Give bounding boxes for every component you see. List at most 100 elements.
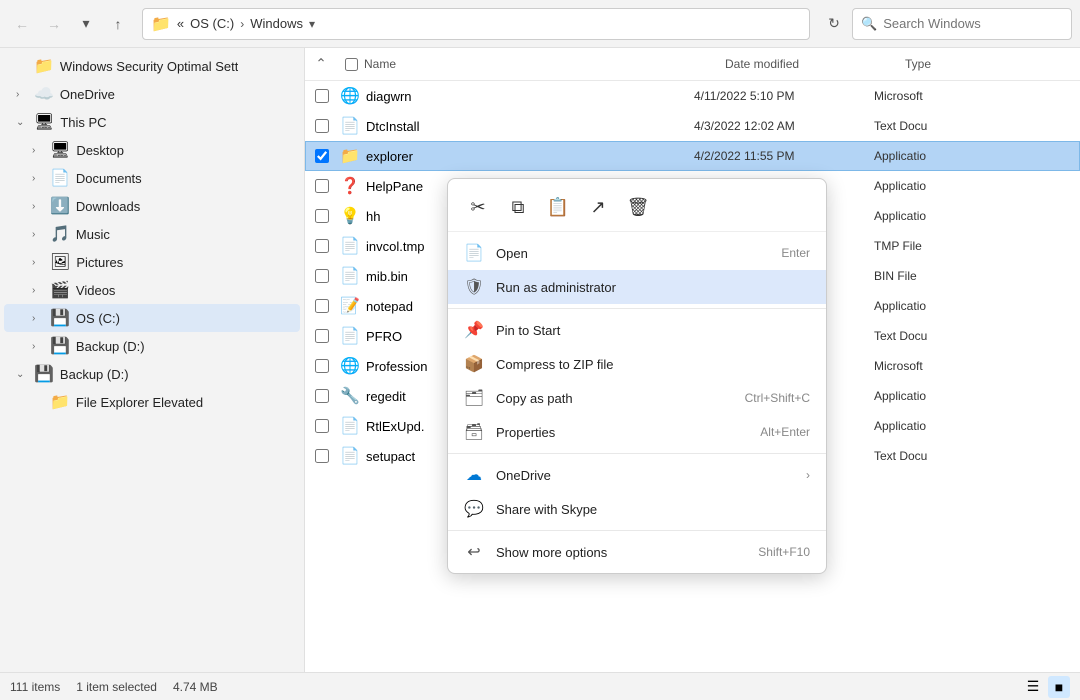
sidebar-label: Videos <box>76 283 116 298</box>
file-type: Applicatio <box>866 299 1016 313</box>
recent-locations-button[interactable]: ▾ <box>72 10 100 38</box>
table-row[interactable]: 📄DtcInstall4/3/2022 12:02 AMText Docu <box>305 111 1080 141</box>
file-type: TMP File <box>866 239 1016 253</box>
compress-zip-icon: 📦 <box>464 354 484 374</box>
folder-icon: ☁️ <box>34 84 54 104</box>
context-menu-item-run-as-admin[interactable]: 🛡 Run as administrator <box>448 270 826 304</box>
main-area: 📁Windows Security Optimal Sett›☁️OneDriv… <box>0 48 1080 672</box>
open-icon: 📄 <box>464 243 484 263</box>
row-checkbox-cell <box>306 299 338 313</box>
file-icon: 📝 <box>338 294 362 318</box>
row-checkbox[interactable] <box>315 359 329 373</box>
details-view-button[interactable]: ☰ <box>1022 676 1044 698</box>
sidebar-item-backup-d-2[interactable]: ⌄💾Backup (D:) <box>4 360 300 388</box>
address-bar[interactable]: 📁 « OS (C:) › Windows ▾ <box>142 8 810 40</box>
sidebar-item-onedrive[interactable]: ›☁️OneDrive <box>4 80 300 108</box>
row-checkbox-cell <box>306 119 338 133</box>
row-checkbox[interactable] <box>315 299 329 313</box>
up-button[interactable]: ↑ <box>104 10 132 38</box>
row-checkbox[interactable] <box>315 449 329 463</box>
context-menu-item-onedrive[interactable]: ☁OneDrive› <box>448 458 826 492</box>
table-row[interactable]: 📁explorer4/2/2022 11:55 PMApplicatio <box>305 141 1080 171</box>
row-checkbox[interactable] <box>315 119 329 133</box>
row-checkbox[interactable] <box>315 179 329 193</box>
row-checkbox[interactable] <box>315 89 329 103</box>
share-skype-icon: 💬 <box>464 499 484 519</box>
ctx-item-label: Run as administrator <box>496 280 810 295</box>
sidebar-label: Backup (D:) <box>60 367 129 382</box>
sidebar-label: Backup (D:) <box>76 339 145 354</box>
sidebar-item-videos[interactable]: › 🎬 Videos <box>4 276 300 304</box>
scroll-up-button[interactable]: ⌃ <box>305 52 337 76</box>
row-checkbox[interactable] <box>315 389 329 403</box>
folder-icon: ⬇️ <box>50 196 70 216</box>
file-icon: 📄 <box>338 324 362 348</box>
sidebar-item-backup-d-1[interactable]: ›💾Backup (D:) <box>4 332 300 360</box>
row-checkbox[interactable] <box>315 149 329 163</box>
share-button[interactable]: ↗ <box>580 189 616 225</box>
row-checkbox[interactable] <box>315 269 329 283</box>
ctx-item-shortcut: Ctrl+Shift+C <box>745 391 810 405</box>
context-menu-item-pin-start[interactable]: 📌Pin to Start <box>448 313 826 347</box>
row-checkbox-cell <box>306 389 338 403</box>
ctx-item-shortcut: Alt+Enter <box>760 425 810 439</box>
context-menu-separator <box>448 530 826 531</box>
refresh-button[interactable]: ↻ <box>820 10 848 38</box>
file-type: Applicatio <box>866 419 1016 433</box>
sidebar-label: OS (C:) <box>76 311 120 326</box>
file-date: 4/2/2022 11:55 PM <box>686 149 866 163</box>
folder-icon: 📄 <box>50 168 70 188</box>
pin-start-icon: 📌 <box>464 320 484 340</box>
forward-button[interactable]: → <box>40 10 68 38</box>
sidebar-item-this-pc[interactable]: ⌄🖥This PC <box>4 108 300 136</box>
folder-icon: 🎬 <box>50 280 70 300</box>
context-menu-item-more-options[interactable]: ↩Show more optionsShift+F10 <box>448 535 826 569</box>
paste-shortcut-button[interactable]: 📋 <box>540 189 576 225</box>
file-type: Text Docu <box>866 449 1016 463</box>
row-checkbox[interactable] <box>315 329 329 343</box>
sidebar-item-music[interactable]: ›🎵Music <box>4 220 300 248</box>
view-controls: ☰ ■ <box>1022 676 1070 698</box>
run-as-admin-icon: 🛡 <box>464 277 484 297</box>
submenu-arrow-icon: › <box>806 468 810 482</box>
context-menu-item-compress-zip[interactable]: 📦Compress to ZIP file <box>448 347 826 381</box>
sidebar-item-pictures[interactable]: ›🖼Pictures <box>4 248 300 276</box>
row-checkbox-cell <box>306 179 338 193</box>
search-bar: 🔍 <box>852 8 1072 40</box>
back-button[interactable]: ← <box>8 10 36 38</box>
search-input[interactable] <box>883 16 1063 31</box>
col-header-type[interactable]: Type <box>897 53 1047 75</box>
sidebar-item-desktop[interactable]: ›🖥Desktop <box>4 136 300 164</box>
context-menu-item-share-skype[interactable]: 💬Share with Skype <box>448 492 826 526</box>
file-list-header: ⌃ Name Date modified Type <box>305 48 1080 81</box>
sidebar-item-windows-security[interactable]: 📁Windows Security Optimal Sett <box>4 52 300 80</box>
context-menu-toolbar: ✂⧉📋↗🗑 <box>448 183 826 232</box>
sidebar-item-file-explorer-elevated[interactable]: 📁File Explorer Elevated <box>4 388 300 416</box>
cut-button[interactable]: ✂ <box>460 189 496 225</box>
chevron-icon: › <box>32 285 44 296</box>
col-header-name[interactable]: Name <box>337 53 717 75</box>
address-dropdown-button[interactable]: ▾ <box>309 17 315 31</box>
chevron-icon: ⌄ <box>16 117 28 128</box>
context-menu-item-copy-path[interactable]: 🗂Copy as pathCtrl+Shift+C <box>448 381 826 415</box>
row-checkbox-cell <box>306 449 338 463</box>
context-menu-item-properties[interactable]: 🗃PropertiesAlt+Enter <box>448 415 826 449</box>
sidebar-item-documents[interactable]: ›📄Documents <box>4 164 300 192</box>
table-row[interactable]: 🌐diagwrn4/11/2022 5:10 PMMicrosoft <box>305 81 1080 111</box>
sidebar-item-downloads[interactable]: ›⬇️Downloads <box>4 192 300 220</box>
row-checkbox-cell <box>306 269 338 283</box>
large-icons-view-button[interactable]: ■ <box>1048 676 1070 698</box>
sidebar-label: Desktop <box>76 143 124 158</box>
row-checkbox[interactable] <box>315 419 329 433</box>
col-header-date[interactable]: Date modified <box>717 53 897 75</box>
row-checkbox[interactable] <box>315 239 329 253</box>
sidebar-item-os-c[interactable]: ›💾OS (C:) <box>4 304 300 332</box>
context-menu-item-open[interactable]: 📄OpenEnter <box>448 236 826 270</box>
file-icon: ❓ <box>338 174 362 198</box>
selected-size: 4.74 MB <box>173 680 218 694</box>
delete-button[interactable]: 🗑 <box>620 189 656 225</box>
copy-button[interactable]: ⧉ <box>500 189 536 225</box>
sidebar: 📁Windows Security Optimal Sett›☁️OneDriv… <box>0 48 305 672</box>
select-all-checkbox[interactable] <box>345 58 358 71</box>
row-checkbox[interactable] <box>315 209 329 223</box>
